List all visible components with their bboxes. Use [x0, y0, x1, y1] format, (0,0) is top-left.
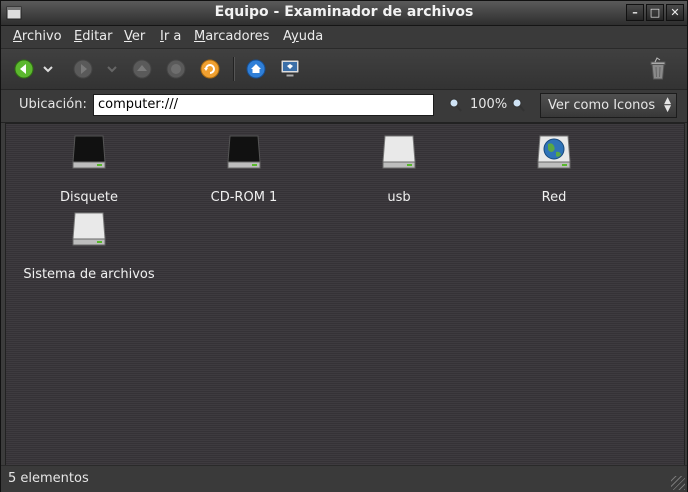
item-disquete[interactable]: Disquete	[14, 132, 164, 205]
item-label: Sistema de archivos	[23, 267, 155, 282]
item-red[interactable]: Red	[479, 132, 629, 205]
forward-button[interactable]	[71, 57, 95, 81]
stop-icon	[166, 59, 186, 79]
zoom-in-icon[interactable]	[510, 97, 526, 113]
back-icon	[14, 59, 34, 79]
back-history-button[interactable]	[41, 57, 55, 81]
cdrom-drive-icon	[227, 135, 261, 169]
status-text: 5 elementos	[8, 471, 89, 486]
close-button[interactable]: ✕	[666, 4, 684, 21]
trash-button[interactable]	[646, 57, 670, 81]
back-dropdown-icon	[43, 66, 53, 73]
menu-bar: Archivo Editar Ver Ir a Marcadores Ayuda	[1, 26, 687, 49]
view-mode-select[interactable]: Ver como Iconos ▲ ▼	[540, 93, 677, 118]
file-manager-window: Equipo - Examinador de archivos – □ ✕ Ar…	[0, 0, 688, 492]
up-icon	[132, 59, 152, 79]
location-label: Ubicación:	[19, 97, 87, 112]
location-input[interactable]: computer:///	[93, 94, 434, 116]
menu-ver[interactable]: Ver	[124, 29, 145, 44]
filesystem-drive-icon	[72, 212, 106, 246]
status-bar: 5 elementos	[1, 465, 687, 492]
reload-button[interactable]	[198, 57, 222, 81]
computer-button[interactable]	[278, 57, 302, 81]
zoom-level[interactable]: 100%	[470, 97, 507, 112]
item-sistema-de-archivos[interactable]: Sistema de archivos	[14, 209, 164, 282]
item-cdrom[interactable]: CD-ROM 1	[169, 132, 319, 205]
menu-ayuda[interactable]: Ayuda	[283, 29, 323, 44]
minimize-button[interactable]: –	[626, 4, 644, 21]
file-view[interactable]: Disquete CD-ROM 1 usb Red Sistema de arc…	[5, 123, 685, 466]
trash-icon	[650, 57, 666, 80]
item-label: CD-ROM 1	[210, 190, 278, 205]
zoom-out-icon[interactable]	[447, 97, 463, 113]
menu-ir-a[interactable]: Ir a	[160, 29, 181, 44]
menu-editar[interactable]: Editar	[74, 29, 113, 44]
computer-icon	[280, 59, 300, 78]
toolbar	[1, 49, 687, 90]
home-button[interactable]	[244, 57, 268, 81]
up-button[interactable]	[130, 57, 154, 81]
forward-history-button[interactable]	[105, 57, 119, 81]
forward-icon	[73, 59, 93, 79]
forward-dropdown-icon	[107, 66, 117, 73]
usb-drive-icon	[382, 135, 416, 169]
menu-marcadores[interactable]: Marcadores	[194, 29, 269, 44]
toolbar-separator	[233, 57, 235, 81]
maximize-button[interactable]: □	[646, 4, 664, 21]
stop-button[interactable]	[164, 57, 188, 81]
window-title: Equipo - Examinador de archivos	[214, 4, 474, 20]
home-icon	[246, 59, 266, 79]
location-bar: Ubicación: computer:/// 100% Ver como Ic…	[1, 90, 687, 123]
item-label: Disquete	[60, 190, 118, 205]
floppy-drive-icon	[72, 135, 106, 169]
select-arrows-icon: ▲ ▼	[664, 96, 671, 114]
back-button[interactable]	[12, 57, 36, 81]
item-label: Red	[541, 190, 567, 205]
view-mode-label: Ver como Iconos	[548, 98, 656, 113]
network-icon	[537, 135, 571, 169]
menu-archivo[interactable]: Archivo	[13, 29, 62, 44]
item-label: usb	[387, 190, 411, 205]
title-bar[interactable]: Equipo - Examinador de archivos – □ ✕	[1, 1, 687, 26]
item-usb[interactable]: usb	[324, 132, 474, 205]
reload-icon	[200, 59, 220, 79]
resize-grip[interactable]	[671, 476, 685, 490]
